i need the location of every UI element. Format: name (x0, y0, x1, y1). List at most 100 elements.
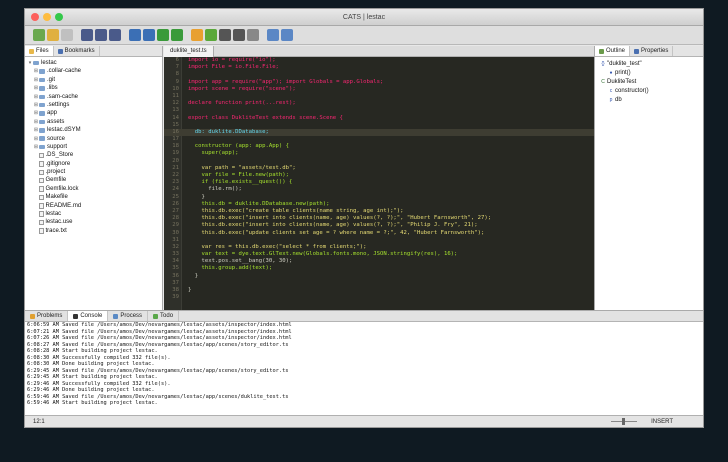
tree-item[interactable]: .gitignore (25, 160, 162, 168)
outline-item[interactable]: p db (595, 96, 703, 105)
outline-item[interactable]: C DukliteTest (595, 78, 703, 87)
code-text: } (188, 287, 192, 293)
new-folder-button[interactable] (47, 29, 59, 41)
replace-button[interactable] (233, 29, 245, 41)
code-line: 9 import app = require("app"); import Glo… (164, 79, 594, 86)
tree-item[interactable]: trace.txt (25, 227, 162, 235)
tree-item[interactable]: ⊞ assets (25, 118, 162, 126)
tab-files[interactable]: Files (25, 46, 54, 56)
line-number: 23 (172, 179, 179, 186)
code-text: import scene = require("scene"); (188, 85, 296, 92)
close-window-button[interactable] (31, 13, 39, 21)
tree-item[interactable]: ⊞ support (25, 143, 162, 151)
tab-process[interactable]: Process (108, 311, 149, 321)
redo-button[interactable] (205, 29, 217, 41)
tree-item[interactable]: ⊞ .collar-cache (25, 67, 162, 75)
tree-item[interactable]: ⊞ .sam-cache (25, 93, 162, 101)
tab-todo[interactable]: Todo (148, 311, 180, 321)
outline-panel: Outline Properties {} "duklite_test" ● prin… (594, 46, 703, 310)
line-number: 14 (172, 114, 179, 121)
code-text: var text = dye.text.GlText.new(Globals.f… (188, 251, 458, 258)
line-number: 28 (172, 215, 179, 222)
save-button[interactable] (81, 29, 93, 41)
tree-item[interactable]: Gemfile (25, 176, 162, 184)
cut-button[interactable] (247, 29, 259, 41)
find-button[interactable] (219, 29, 231, 41)
tab-bookmarks[interactable]: Bookmarks (54, 46, 100, 56)
back-button[interactable] (267, 29, 279, 41)
tree-item[interactable]: .project (25, 168, 162, 176)
build-button[interactable] (129, 29, 141, 41)
code-line: 10 import scene = require("scene"); (164, 86, 594, 93)
file-icon (39, 211, 44, 217)
console-output[interactable]: 6:06:59 AM Saved file /Users/amos/Dev/ne… (25, 322, 703, 407)
tree-item-label: support (47, 143, 68, 150)
tab-outline[interactable]: Outline (595, 46, 631, 56)
line-number: 6 (175, 57, 179, 63)
outline-item[interactable]: c constructor() (595, 87, 703, 96)
tree-item[interactable]: Makefile (25, 193, 162, 201)
line-number: 37 (172, 279, 179, 286)
code-line: 21 var path = "assets/test.db"; (164, 165, 594, 172)
tree-item[interactable]: .DS_Store (25, 151, 162, 159)
tree-item-label: Makefile (45, 194, 68, 201)
undo-button[interactable] (191, 29, 203, 41)
find-icon (219, 29, 231, 41)
tree-item[interactable]: ⊞ lestac.dSYM (25, 126, 162, 134)
line-number: 26 (172, 200, 179, 207)
line-number: 31 (172, 236, 179, 243)
file-tree: ▾ lestac ⊞ .collar-cache ⊞ .git ⊞ .libs ⊞ .sam-ca… (25, 57, 162, 235)
code-text: var res = this.db.exec("select * from cl… (188, 243, 367, 250)
new-file-button[interactable] (33, 29, 45, 41)
left-panel-tabs: Files Bookmarks (25, 46, 162, 57)
cursor-position: 12:1 (33, 419, 45, 425)
code-editor[interactable]: 6 import io = require("io"); 7 import File … (164, 57, 594, 310)
tree-item[interactable]: ⊞ source (25, 135, 162, 143)
tab-problems[interactable]: Problems (25, 311, 69, 321)
code-text: } (188, 272, 199, 279)
tree-item[interactable]: ⊞ .git (25, 76, 162, 84)
folder-icon (39, 77, 45, 83)
tab-console[interactable]: Console (68, 311, 109, 321)
outline-symbol-icon: p (609, 97, 613, 103)
line-number: 34 (172, 258, 179, 265)
zoom-window-button[interactable] (55, 13, 63, 21)
tree-item[interactable]: lestac (25, 210, 162, 218)
tab-properties[interactable]: Properties (630, 46, 674, 56)
line-number: 30 (172, 229, 179, 236)
tree-item[interactable]: ⊞ .settings (25, 101, 162, 109)
outline-item[interactable]: {} "duklite_test" (595, 60, 703, 69)
new-folder-icon (47, 29, 59, 41)
play-button[interactable] (157, 29, 169, 41)
tree-item[interactable]: ▾ lestac (25, 59, 162, 67)
tree-item[interactable]: README.md (25, 202, 162, 210)
tree-item[interactable]: lestac.use (25, 218, 162, 226)
outline-item[interactable]: ● print() (595, 69, 703, 78)
save-all-icon (95, 29, 107, 41)
editor-tab[interactable]: duklite_test.ts (164, 46, 214, 57)
code-line: 28 this.db.exec("insert into clients(nam… (164, 215, 594, 222)
minimize-window-button[interactable] (43, 13, 51, 21)
folder-icon (39, 86, 45, 91)
cut-icon (247, 29, 259, 41)
code-line: 29 this.db.exec("insert into clients(nam… (164, 222, 594, 229)
tree-item[interactable]: ⊞ .libs (25, 84, 162, 92)
tree-item-label: .sam-cache (47, 93, 79, 100)
forward-button[interactable] (281, 29, 293, 41)
run-icon (143, 29, 155, 41)
refresh-button[interactable] (171, 29, 183, 41)
code-line: 36 } (164, 273, 594, 280)
undo-icon (191, 29, 203, 41)
zoom-slider[interactable] (611, 418, 637, 425)
tree-item-label: lestac.dSYM (47, 127, 81, 134)
delete-button[interactable] (61, 29, 73, 41)
code-line: 12 declare function print(...rest); (164, 100, 594, 107)
file-icon (39, 203, 44, 209)
tree-item[interactable]: ⊞ app (25, 109, 162, 117)
tree-item[interactable]: Gemfile.lock (25, 185, 162, 193)
save-as-button[interactable] (109, 29, 121, 41)
save-all-button[interactable] (95, 29, 107, 41)
run-button[interactable] (143, 29, 155, 41)
line-number: 24 (172, 186, 179, 193)
folder-icon (39, 94, 45, 99)
